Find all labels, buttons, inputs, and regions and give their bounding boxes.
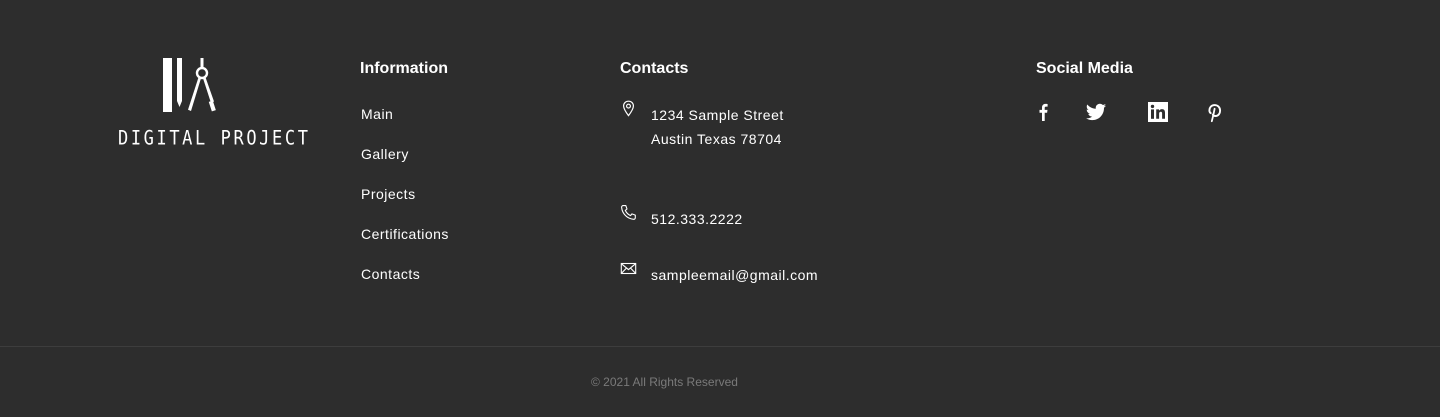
phone-icon xyxy=(621,205,636,220)
pinterest-icon xyxy=(1208,104,1222,123)
list-item: Projects xyxy=(361,186,449,226)
twitter-link[interactable] xyxy=(1085,101,1107,123)
pinterest-link[interactable] xyxy=(1204,101,1226,123)
social-media-heading: Social Media xyxy=(1036,60,1133,77)
contact-phone: 512.333.2222 xyxy=(620,205,743,231)
list-item: Certifications xyxy=(361,226,449,266)
facebook-link[interactable] xyxy=(1032,101,1054,123)
logo-text: DIGITAL PROJECT xyxy=(118,127,311,150)
nav-link-contacts[interactable]: Contacts xyxy=(361,266,420,282)
address-line-1: 1234 Sample Street xyxy=(651,107,784,123)
map-pin-icon xyxy=(622,100,635,117)
brand-logo[interactable]: DIGITAL PROJECT xyxy=(118,57,311,152)
list-item: Gallery xyxy=(361,146,449,186)
nav-link-main[interactable]: Main xyxy=(361,106,393,122)
contact-address: 1234 Sample Street Austin Texas 78704 xyxy=(620,100,784,151)
facebook-icon xyxy=(1039,103,1048,121)
address-line-2: Austin Texas 78704 xyxy=(651,131,782,147)
nav-link-projects[interactable]: Projects xyxy=(361,186,416,202)
contact-email: sampleemail@gmail.com xyxy=(620,262,818,287)
list-item: Contacts xyxy=(361,266,449,306)
site-footer: DIGITAL PROJECT Information Main Gallery… xyxy=(0,0,1440,417)
phone-link[interactable]: 512.333.2222 xyxy=(651,207,743,231)
information-links: Main Gallery Projects Certifications Con… xyxy=(361,106,449,306)
information-heading: Information xyxy=(360,60,448,77)
pencils-and-compass-logo-icon xyxy=(163,58,216,112)
envelope-icon xyxy=(620,262,637,275)
copyright-text: © 2021 All Rights Reserved xyxy=(591,375,738,389)
address-text: 1234 Sample Street Austin Texas 78704 xyxy=(651,103,784,151)
nav-link-gallery[interactable]: Gallery xyxy=(361,146,409,162)
contacts-heading: Contacts xyxy=(620,60,689,77)
list-item: Main xyxy=(361,106,449,146)
linkedin-icon xyxy=(1148,102,1168,122)
footer-divider xyxy=(0,346,1440,347)
nav-link-certifications[interactable]: Certifications xyxy=(361,226,449,242)
twitter-icon xyxy=(1085,103,1107,121)
email-link[interactable]: sampleemail@gmail.com xyxy=(651,263,818,287)
linkedin-link[interactable] xyxy=(1147,101,1169,123)
